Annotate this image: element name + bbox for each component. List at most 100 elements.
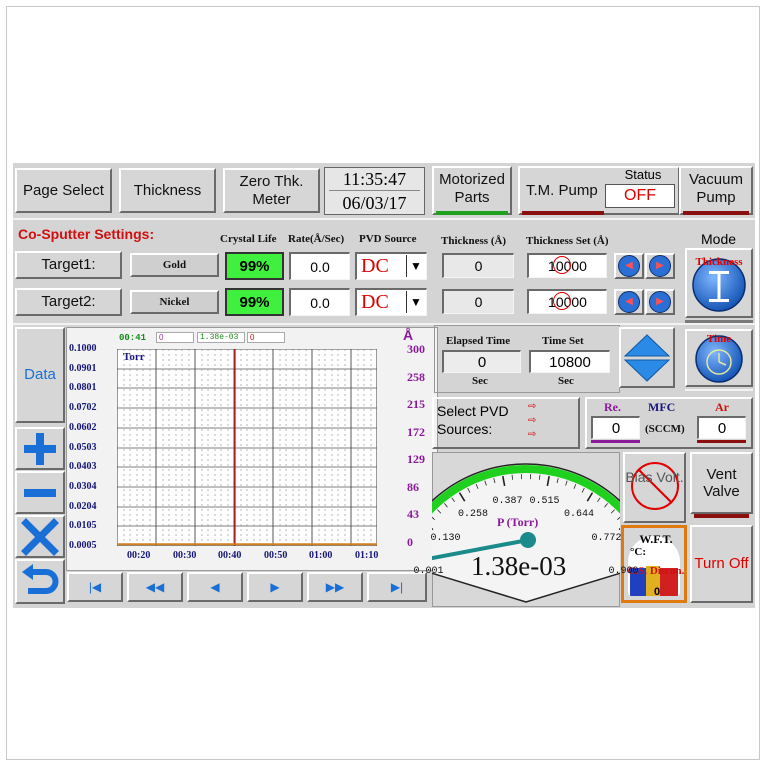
y2-tick-label: 43 bbox=[407, 507, 419, 521]
chart-rewind-button[interactable]: ◀◀ bbox=[127, 572, 183, 602]
chart-first-button[interactable]: |◀ bbox=[67, 572, 123, 602]
select-pvd-label: Select PVD Sources: bbox=[437, 403, 509, 437]
zero-thk-meter-button[interactable]: Zero Thk. Meter bbox=[223, 168, 320, 213]
y-tick-label: 0.0602 bbox=[69, 422, 97, 433]
col-thickness: Thickness (Å) bbox=[441, 235, 507, 247]
target1-source-value: DC bbox=[361, 255, 389, 277]
col-mode: Mode bbox=[701, 231, 737, 247]
target2-rate: 0.0 bbox=[289, 288, 350, 316]
bias-volt-button[interactable]: Bias Volt. bbox=[623, 452, 686, 523]
elapsed-time-unit: Sec bbox=[472, 375, 488, 387]
data-button[interactable]: Data bbox=[15, 327, 65, 423]
status-label: Status bbox=[624, 167, 662, 182]
elapsed-time-label: Elapsed Time bbox=[446, 335, 511, 347]
chevron-down-icon[interactable]: ▼ bbox=[406, 291, 425, 313]
tm-pump-status-value: OFF bbox=[605, 184, 675, 208]
chart-field-a: 0 bbox=[156, 332, 194, 343]
elapsed-time-value: 0 bbox=[442, 350, 521, 373]
time-set-label: Time Set bbox=[542, 335, 584, 347]
y-tick-label: 0.1000 bbox=[69, 343, 97, 354]
wft-panel: W.F.T. °C: C.S. Discon. 0 bbox=[621, 525, 687, 603]
x-tick-label: 01:00 bbox=[309, 550, 333, 561]
chevron-down-icon[interactable]: ▼ bbox=[406, 255, 425, 277]
target1-button[interactable]: Target1: bbox=[15, 251, 122, 279]
thickness-button[interactable]: Thickness bbox=[119, 168, 216, 213]
rewind-icon: ◀◀ bbox=[145, 580, 165, 594]
col-thickness-set: Thickness Set (Å) bbox=[526, 235, 609, 247]
target2-button[interactable]: Target2: bbox=[15, 288, 122, 316]
gauge-value: 1.38e-03 bbox=[471, 551, 567, 581]
angstrom-unit-label: Å bbox=[403, 327, 414, 343]
back-button[interactable] bbox=[15, 559, 65, 604]
y-tick-label: 0.0005 bbox=[69, 540, 97, 551]
y2-tick-label: 215 bbox=[407, 397, 425, 411]
target2-source-value: DC bbox=[361, 291, 389, 313]
chart-back-button[interactable]: ◀ bbox=[187, 572, 243, 602]
target2-thickness-down-button[interactable]: ◀ bbox=[614, 289, 644, 315]
target2-source-select[interactable]: DC ▼ bbox=[355, 288, 427, 316]
up-arrow-icon[interactable] bbox=[622, 332, 672, 358]
left-arrow-icon: ◀ bbox=[618, 255, 640, 277]
mfc-ar-field[interactable]: 0 bbox=[697, 416, 746, 439]
right-arrow-icon: ▶ bbox=[649, 255, 671, 277]
arrow-right-icon: ⇨ bbox=[528, 401, 537, 412]
gauge-tick-label: 0.001 bbox=[413, 566, 444, 578]
mfc-re-value: 0 bbox=[611, 419, 621, 437]
target2-crystal-life: 99% bbox=[225, 288, 284, 316]
clock-display: 11:35:47 06/03/17 bbox=[324, 167, 425, 215]
target1-thickness-down-button[interactable]: ◀ bbox=[614, 253, 644, 279]
settings-title: Co-Sputter Settings: bbox=[18, 226, 155, 242]
chart-forward-button[interactable]: ▶ bbox=[247, 572, 303, 602]
mfc-label: MFC bbox=[648, 400, 676, 414]
target2-material[interactable]: Nickel bbox=[130, 290, 219, 314]
mfc-re-field[interactable]: 0 bbox=[591, 416, 640, 439]
gauge-tick bbox=[511, 474, 513, 480]
col-crystal-life: Crystal Life bbox=[220, 233, 277, 245]
x-tick-label: 00:30 bbox=[173, 550, 197, 561]
y2-tick-label: 0 bbox=[407, 535, 413, 549]
clear-button[interactable] bbox=[15, 515, 65, 558]
settings-divider bbox=[13, 323, 755, 325]
vacuum-pump-button[interactable]: Vacuum Pump bbox=[679, 166, 753, 215]
down-arrow-icon[interactable] bbox=[622, 358, 672, 384]
col-rate: Rate(Å/Sec) bbox=[288, 233, 345, 245]
time-set-field[interactable]: 10800 bbox=[529, 350, 610, 373]
right-arrow-icon: ▶ bbox=[270, 580, 280, 594]
minus-icon bbox=[24, 488, 56, 497]
plus-icon bbox=[24, 432, 56, 465]
tm-pump-indicator bbox=[522, 211, 604, 215]
turn-off-button[interactable]: Turn Off bbox=[690, 525, 753, 603]
zoom-out-button[interactable] bbox=[15, 471, 65, 514]
mfc-ar-label: Ar bbox=[715, 400, 729, 414]
chart-fast-forward-button[interactable]: ▶▶ bbox=[307, 572, 363, 602]
gauge-tick-label: 0.900 bbox=[608, 566, 639, 578]
target1-material[interactable]: Gold bbox=[130, 253, 219, 277]
y-tick-label: 0.0304 bbox=[69, 481, 97, 492]
y-tick-label: 0.0105 bbox=[69, 520, 97, 531]
motorized-parts-button[interactable]: Motorized Parts bbox=[432, 166, 512, 215]
chart-time-readout: 00:41 bbox=[119, 333, 147, 343]
vent-valve-button[interactable]: Vent Valve bbox=[690, 452, 753, 514]
zoom-in-button[interactable] bbox=[15, 427, 65, 470]
time-set-unit: Sec bbox=[558, 375, 574, 387]
y2-tick-label: 300 bbox=[407, 342, 425, 356]
header-divider bbox=[13, 218, 755, 220]
gauge-tick-label: 0.515 bbox=[529, 495, 560, 507]
vent-valve-indicator bbox=[694, 514, 749, 518]
bias-volt-label: Bias Volt. bbox=[625, 469, 684, 485]
x-tick-label: 00:40 bbox=[218, 550, 242, 561]
target1-source-select[interactable]: DC ▼ bbox=[355, 252, 427, 280]
x-tick-label: 00:20 bbox=[127, 550, 151, 561]
page-select-button[interactable]: Page Select bbox=[15, 168, 112, 213]
skip-end-icon: ▶| bbox=[390, 580, 404, 594]
y-tick-label: 0.0403 bbox=[69, 461, 97, 472]
time-set-value: 10800 bbox=[549, 353, 591, 371]
return-arrow-icon bbox=[22, 563, 59, 594]
y-tick-label: 0.0801 bbox=[69, 382, 97, 393]
mode-thickness-label: Thickness bbox=[695, 256, 743, 268]
motorized-parts-indicator bbox=[436, 211, 508, 215]
target2-thickness-up-button[interactable]: ▶ bbox=[645, 289, 675, 315]
close-icon bbox=[21, 517, 59, 556]
target1-thickness-up-button[interactable]: ▶ bbox=[645, 253, 675, 279]
time-set-stepper[interactable] bbox=[619, 327, 675, 388]
